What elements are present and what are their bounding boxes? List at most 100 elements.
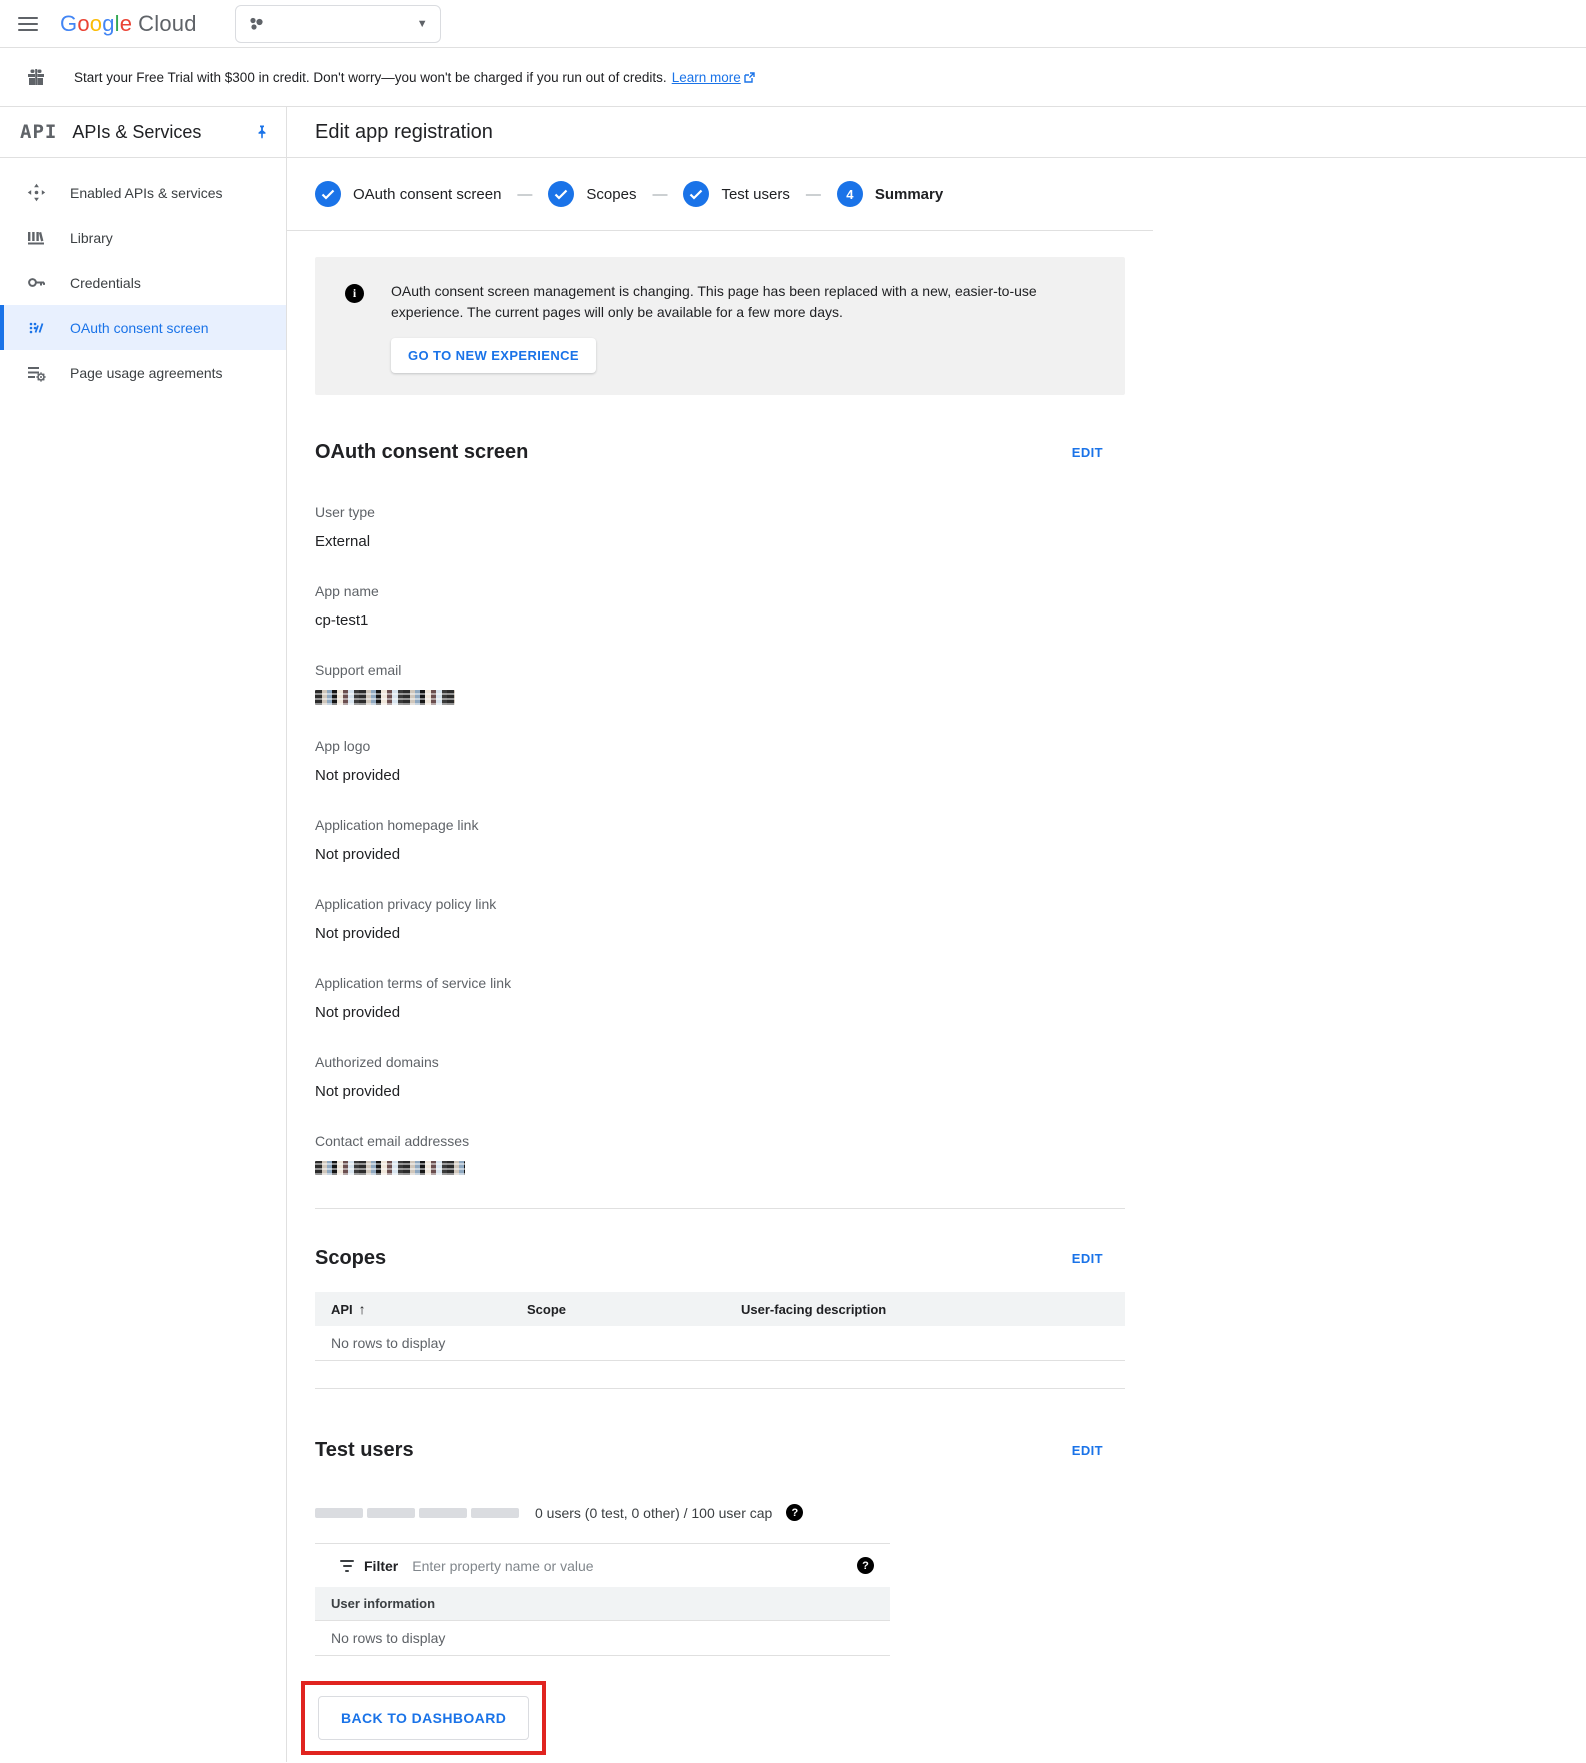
enabled-apis-icon (26, 183, 46, 203)
consent-section-header: OAuth consent screen EDIT (315, 441, 1125, 464)
field-label: Authorized domains (315, 1054, 1125, 1070)
section-divider (315, 1208, 1125, 1209)
stepper-separator: — (652, 186, 667, 203)
field-label: Application homepage link (315, 817, 1125, 833)
logo-letter: G (60, 11, 77, 37)
help-icon[interactable]: ? (786, 1504, 803, 1521)
field-user-type: User type External (315, 504, 1125, 550)
step-label: Summary (875, 186, 943, 203)
step-number-badge: 4 (837, 181, 863, 207)
scopes-table-header: API ↑ Scope User-facing description (315, 1292, 1125, 1326)
step-test-users[interactable]: Test users (683, 181, 789, 207)
consent-fields: User type External App name cp-test1 Sup… (315, 504, 1125, 1175)
column-label: Scope (527, 1302, 566, 1317)
key-icon (26, 273, 46, 293)
field-label: App logo (315, 738, 1125, 754)
page-body: API APIs & Services Enabled APIs & servi… (0, 107, 1586, 1762)
logo-letter: o (90, 11, 102, 37)
consent-section-title: OAuth consent screen (315, 441, 528, 464)
info-icon: i (345, 284, 364, 303)
redacted-email-value (315, 1161, 465, 1175)
filter-label: Filter (364, 1558, 398, 1574)
stepper-separator: — (806, 186, 821, 203)
user-cap-row: 0 users (0 test, 0 other) / 100 user cap… (315, 1504, 1125, 1521)
field-terms-of-service-link: Application terms of service link Not pr… (315, 975, 1125, 1021)
sidebar-title: APIs & Services (72, 122, 254, 143)
field-label: User type (315, 504, 1125, 520)
sort-ascending-icon: ↑ (359, 1301, 366, 1317)
back-to-dashboard-button[interactable]: BACK TO DASHBOARD (318, 1696, 529, 1740)
field-privacy-policy-link: Application privacy policy link Not prov… (315, 896, 1125, 942)
field-label: Application terms of service link (315, 975, 1125, 991)
pin-icon[interactable] (254, 124, 270, 140)
step-check-icon (548, 181, 574, 207)
annotation-highlight-box: BACK TO DASHBOARD (301, 1681, 546, 1755)
menu-icon[interactable] (18, 17, 38, 31)
field-authorized-domains: Authorized domains Not provided (315, 1054, 1125, 1100)
sidebar-item-library[interactable]: Library (0, 215, 286, 260)
column-description: User-facing description (725, 1302, 1125, 1317)
user-cap-progress-bar (315, 1508, 519, 1518)
step-scopes[interactable]: Scopes (548, 181, 636, 207)
sidebar-item-label: Page usage agreements (70, 365, 223, 381)
scopes-edit-link[interactable]: EDIT (1072, 1251, 1103, 1266)
user-cap-text: 0 users (0 test, 0 other) / 100 user cap (535, 1505, 772, 1521)
help-icon[interactable]: ? (857, 1557, 874, 1574)
logo-letter: g (102, 11, 114, 37)
scopes-section-title: Scopes (315, 1247, 386, 1270)
field-value: Not provided (315, 846, 1125, 863)
filter-icon (340, 1560, 354, 1572)
consent-edit-link[interactable]: EDIT (1072, 445, 1103, 460)
step-label: OAuth consent screen (353, 186, 501, 203)
redacted-email-value (315, 690, 455, 705)
field-label: Application privacy policy link (315, 896, 1125, 912)
field-contact-emails: Contact email addresses (315, 1133, 1125, 1175)
column-label: User-facing description (741, 1302, 886, 1317)
sidebar-item-label: Credentials (70, 275, 141, 291)
field-label: Support email (315, 662, 1125, 678)
trial-banner-text: Start your Free Trial with $300 in credi… (74, 70, 667, 85)
column-label: API (331, 1302, 353, 1317)
sidebar-item-oauth-consent-screen[interactable]: OAuth consent screen (0, 305, 286, 350)
field-homepage-link: Application homepage link Not provided (315, 817, 1125, 863)
field-app-name: App name cp-test1 (315, 583, 1125, 629)
sidebar-item-credentials[interactable]: Credentials (0, 260, 286, 305)
column-api[interactable]: API ↑ (315, 1301, 511, 1317)
gift-icon (26, 67, 46, 87)
scopes-empty-row: No rows to display (315, 1326, 1125, 1361)
step-label: Test users (721, 186, 789, 203)
step-oauth-consent-screen[interactable]: OAuth consent screen (315, 181, 501, 207)
filter-input[interactable] (412, 1558, 857, 1574)
external-link-icon (744, 72, 755, 83)
sidebar-nav: Enabled APIs & services Library (0, 158, 286, 395)
project-selector[interactable]: ▼ (235, 5, 441, 43)
sidebar-item-label: Enabled APIs & services (70, 185, 223, 201)
column-scope: Scope (511, 1302, 725, 1317)
step-check-icon (683, 181, 709, 207)
step-label: Scopes (586, 186, 636, 203)
consent-screen-icon (26, 318, 46, 338)
summary-content: i OAuth consent screen management is cha… (287, 257, 1125, 1755)
field-app-logo: App logo Not provided (315, 738, 1125, 784)
scopes-table-footer (315, 1361, 1125, 1389)
deprecation-notice: i OAuth consent screen management is cha… (315, 257, 1125, 395)
test-users-section-title: Test users (315, 1439, 414, 1462)
test-users-edit-link[interactable]: EDIT (1072, 1443, 1103, 1458)
go-to-new-experience-button[interactable]: GO TO NEW EXPERIENCE (391, 338, 596, 373)
stepper-separator: — (517, 186, 532, 203)
learn-more-link[interactable]: Learn more (672, 70, 741, 85)
sidebar-item-enabled-apis[interactable]: Enabled APIs & services (0, 170, 286, 215)
sidebar-item-page-usage-agreements[interactable]: Page usage agreements (0, 350, 286, 395)
sidebar-item-label: OAuth consent screen (70, 320, 209, 336)
field-value: Not provided (315, 767, 1125, 784)
logo-letter: o (77, 11, 89, 37)
scopes-section-header: Scopes EDIT (315, 1247, 1125, 1270)
field-value: Not provided (315, 1004, 1125, 1021)
filter-row: Filter ? (315, 1544, 890, 1587)
field-support-email: Support email (315, 662, 1125, 705)
google-cloud-logo[interactable]: Google Cloud (60, 11, 197, 37)
top-bar: Google Cloud ▼ (0, 0, 1586, 48)
agreements-icon (26, 363, 46, 383)
step-summary[interactable]: 4 Summary (837, 181, 943, 207)
sidebar-item-label: Library (70, 230, 113, 246)
